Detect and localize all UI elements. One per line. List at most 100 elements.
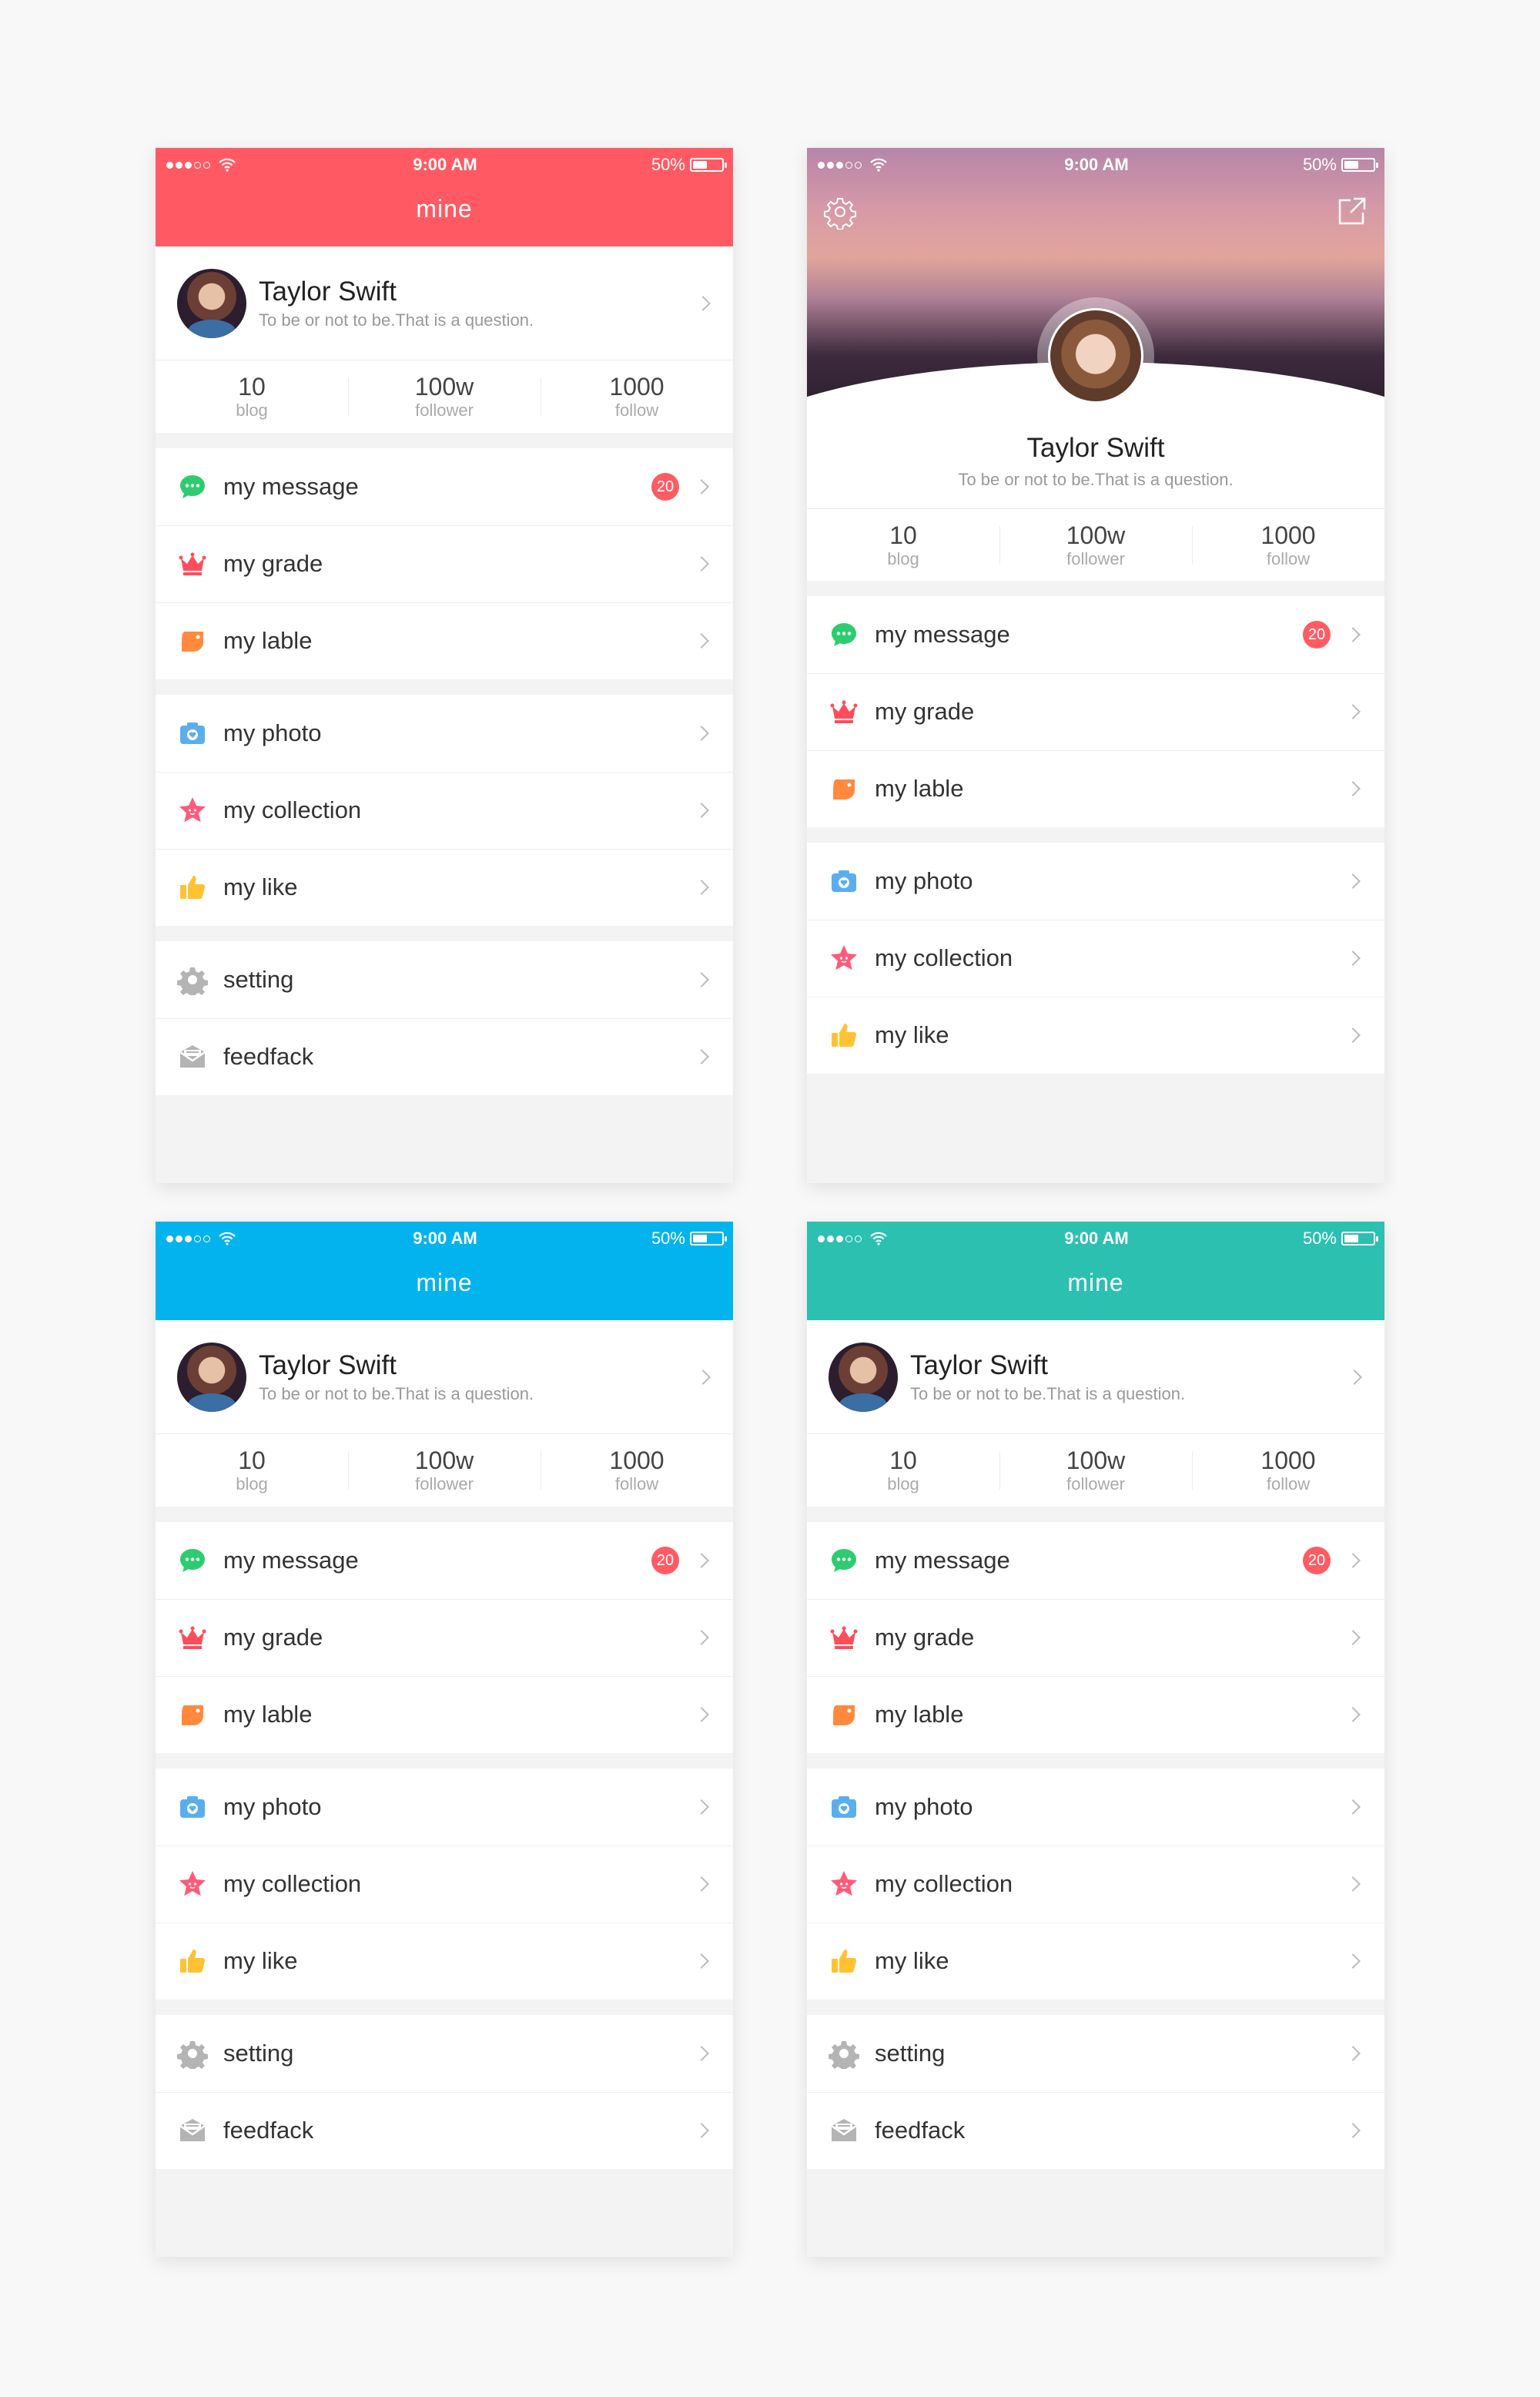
stat-follower[interactable]: 100w follower [348, 373, 541, 421]
stat-follower[interactable]: 100w follower [999, 1447, 1192, 1494]
menu-item-grade[interactable]: my grade [807, 673, 1384, 750]
stat-blog[interactable]: 10 blog [156, 373, 348, 421]
chevron-right-icon [1345, 873, 1361, 889]
chevron-right-icon [694, 2123, 709, 2138]
cover-header: 9:00 AM 50% [807, 148, 1384, 436]
stat-follow[interactable]: 1000 follow [1192, 521, 1384, 569]
mail-icon [177, 1041, 208, 1072]
menu-item-collection[interactable]: my collection [807, 920, 1384, 997]
profile-motto: To be or not to be.That is a question. [259, 310, 534, 330]
stat-value: 100w [1066, 1447, 1126, 1474]
menu-label: my lable [223, 627, 313, 654]
chevron-right-icon [694, 479, 709, 494]
avatar[interactable] [1037, 297, 1154, 414]
stat-label: follower [415, 401, 474, 420]
stat-blog[interactable]: 10 blog [807, 521, 999, 569]
stat-value: 100w [414, 373, 474, 401]
profile-card[interactable]: Taylor Swift To be or not to be.That is … [807, 431, 1384, 508]
menu-label: my message [875, 1547, 1010, 1574]
menu-item-message[interactable]: my message 20 [156, 448, 733, 525]
profile-card[interactable]: Taylor Swift To be or not to be.That is … [807, 1320, 1384, 1434]
chevron-right-icon [694, 1799, 709, 1815]
tag-icon [829, 1699, 859, 1730]
gear-icon[interactable] [822, 194, 858, 230]
profile-card[interactable]: Taylor Swift To be or not to be.That is … [156, 1320, 733, 1434]
chevron-right-icon [694, 1707, 709, 1722]
message-badge: 20 [651, 1547, 679, 1574]
menu-item-like[interactable]: my like [807, 1923, 1384, 2000]
menu-item-photo[interactable]: my photo [807, 843, 1384, 920]
menu-item-grade[interactable]: my grade [156, 1599, 733, 1676]
stat-follower[interactable]: 100w follower [348, 1447, 541, 1494]
wifi-icon [870, 158, 887, 172]
chat-bubble-icon [829, 1545, 859, 1576]
chevron-right-icon [1345, 1953, 1361, 1969]
stat-label: follow [1266, 1474, 1311, 1494]
menu-item-message[interactable]: my message 20 [156, 1522, 733, 1599]
menu-item-grade[interactable]: my grade [156, 525, 733, 602]
stat-follow[interactable]: 1000 follow [1192, 1447, 1384, 1494]
profile-name: Taylor Swift [259, 1349, 397, 1380]
mail-icon [177, 2115, 208, 2146]
signal-icon [166, 161, 210, 169]
menu-item-collection[interactable]: my collection [156, 772, 733, 849]
menu-group-2: my photo my collection my like [156, 695, 733, 926]
stat-follow[interactable]: 1000 follow [541, 1447, 733, 1494]
menu-item-photo[interactable]: my photo [156, 1768, 733, 1846]
menu-item-setting[interactable]: setting [156, 2015, 733, 2092]
avatar[interactable] [177, 1342, 246, 1412]
menu-item-like[interactable]: my like [156, 849, 733, 926]
menu-item-grade[interactable]: my grade [807, 1599, 1384, 1676]
menu-item-lable[interactable]: my lable [807, 1676, 1384, 1753]
menu-item-like[interactable]: my like [807, 997, 1384, 1074]
menu-item-lable[interactable]: my lable [156, 1676, 733, 1753]
stat-value: 10 [889, 1447, 917, 1474]
menu-item-feedback[interactable]: feedfack [156, 2092, 733, 2169]
menu-item-feedback[interactable]: feedfack [156, 1018, 733, 1095]
menu-group-1: my message 20 my grade my lable [156, 448, 733, 679]
menu-label: my photo [875, 1793, 973, 1820]
profile-card[interactable]: Taylor Swift To be or not to be.That is … [156, 246, 733, 360]
star-icon [177, 795, 208, 826]
stat-blog[interactable]: 10 blog [807, 1447, 999, 1494]
signal-icon [166, 1235, 210, 1242]
status-bar: 9:00 AM 50% [807, 1222, 1384, 1255]
menu-item-like[interactable]: my like [156, 1923, 733, 2000]
star-icon [829, 943, 859, 974]
menu-item-lable[interactable]: my lable [807, 750, 1384, 827]
menu-label: my collection [875, 944, 1013, 971]
page-title: mine [416, 1269, 473, 1296]
stat-blog[interactable]: 10 blog [156, 1447, 348, 1494]
menu-label: my like [875, 1947, 949, 1974]
mail-icon [829, 2115, 859, 2146]
menu-item-collection[interactable]: my collection [156, 1846, 733, 1923]
profile-motto: To be or not to be.That is a question. [958, 470, 1234, 489]
avatar[interactable] [177, 268, 246, 338]
battery-percent: 50% [651, 155, 685, 174]
status-time: 9:00 AM [413, 1229, 477, 1248]
chevron-right-icon [1345, 1707, 1361, 1722]
avatar[interactable] [829, 1342, 898, 1412]
stat-value: 1000 [609, 373, 665, 401]
signal-icon [818, 161, 862, 169]
stat-follow[interactable]: 1000 follow [541, 373, 733, 421]
menu-label: feedfack [223, 2117, 314, 2144]
menu-item-collection[interactable]: my collection [807, 1846, 1384, 1923]
menu-item-setting[interactable]: setting [156, 941, 733, 1018]
share-icon[interactable] [1334, 194, 1369, 230]
stat-value: 10 [238, 373, 266, 401]
menu-item-feedback[interactable]: feedfack [807, 2092, 1384, 2169]
stats-bar: 10 blog 100w follower 1000 follow [156, 360, 733, 433]
battery-percent: 50% [651, 1229, 685, 1248]
menu-item-setting[interactable]: setting [807, 2015, 1384, 2092]
stat-label: follower [1066, 1474, 1125, 1494]
menu-label: my lable [223, 1701, 313, 1728]
menu-item-photo[interactable]: my photo [156, 695, 733, 772]
stat-follower[interactable]: 100w follower [999, 521, 1192, 569]
menu-item-lable[interactable]: my lable [156, 602, 733, 679]
menu-item-message[interactable]: my message 20 [807, 596, 1384, 673]
menu-item-message[interactable]: my message 20 [807, 1522, 1384, 1599]
profile-motto: To be or not to be.That is a question. [259, 1383, 534, 1403]
menu-item-photo[interactable]: my photo [807, 1768, 1384, 1846]
stat-value: 1000 [1260, 1447, 1316, 1474]
